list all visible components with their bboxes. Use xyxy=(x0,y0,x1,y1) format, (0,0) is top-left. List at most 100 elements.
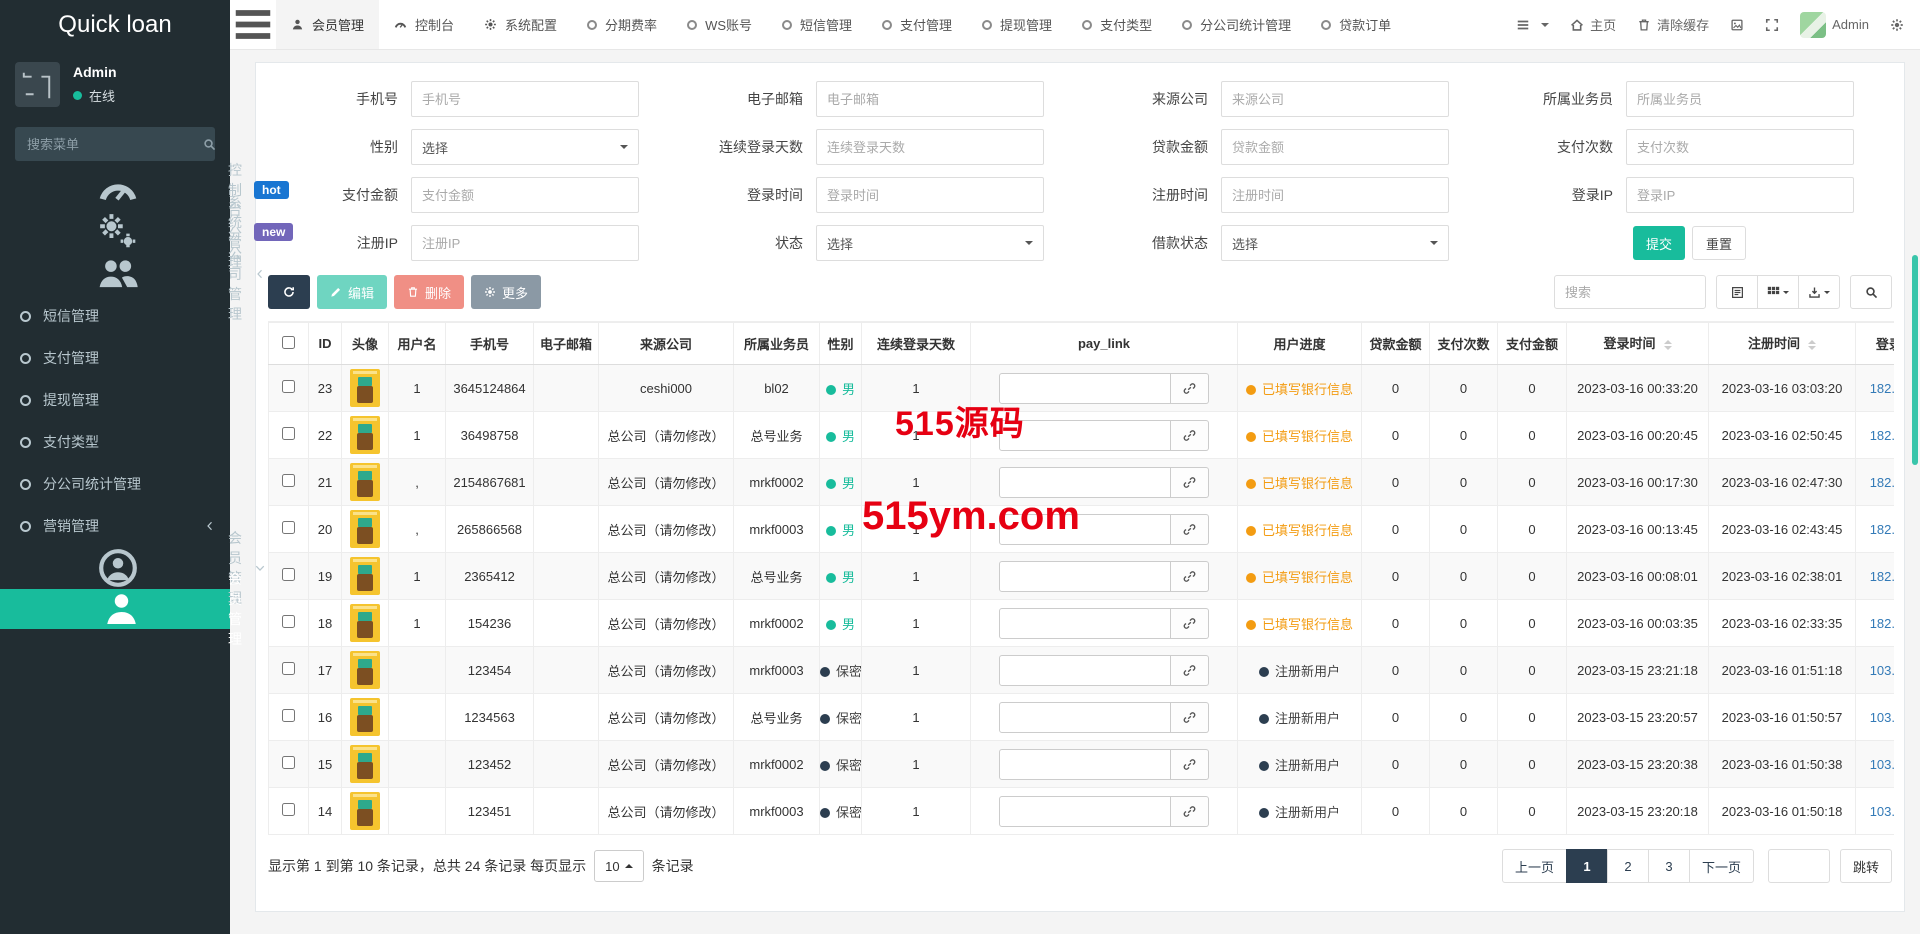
pay-link-button[interactable] xyxy=(1171,372,1209,404)
pay-link-button[interactable] xyxy=(1171,607,1209,639)
pay-link-input[interactable] xyxy=(999,419,1171,451)
avatar[interactable] xyxy=(350,369,380,407)
tab-installment-rate[interactable]: 分期费率 xyxy=(572,0,672,49)
sidebar-item-system[interactable]: 系统管理 new xyxy=(0,194,294,270)
ip-link[interactable]: 182.239. xyxy=(1870,475,1894,490)
next-page-button[interactable]: 下一页 xyxy=(1688,849,1754,883)
avatar[interactable] xyxy=(350,792,380,830)
tab-loan-orders[interactable]: 贷款订单 xyxy=(1306,0,1406,49)
ip-link[interactable]: 182.239. xyxy=(1870,616,1894,631)
avatar[interactable] xyxy=(350,698,380,736)
email-field[interactable] xyxy=(816,81,1044,117)
sidebar-item-branch[interactable]: 分公司管理 xyxy=(0,226,263,322)
pay-count-field[interactable] xyxy=(1626,129,1854,165)
pay-link-button[interactable] xyxy=(1171,795,1209,827)
sidebar-item-marketing[interactable]: 营销管理 xyxy=(0,505,230,547)
avatar[interactable] xyxy=(350,604,380,642)
jump-button[interactable]: 跳转 xyxy=(1839,849,1892,883)
row-checkbox[interactable] xyxy=(282,756,295,769)
row-checkbox[interactable] xyxy=(282,568,295,581)
column-header-register-time[interactable]: 注册时间 xyxy=(1708,322,1856,365)
ip-link[interactable]: 182.239. xyxy=(1870,569,1894,584)
login-time-field[interactable] xyxy=(816,177,1044,213)
page-button-3[interactable]: 3 xyxy=(1647,849,1690,883)
loan-amount-field[interactable] xyxy=(1221,129,1449,165)
tab-system-config[interactable]: 系统配置 xyxy=(469,0,572,49)
register-time-field[interactable] xyxy=(1221,177,1449,213)
pay-link-button[interactable] xyxy=(1171,654,1209,686)
menu-search[interactable] xyxy=(15,127,216,161)
pay-link-input[interactable] xyxy=(999,701,1171,733)
login-days-field[interactable] xyxy=(816,129,1044,165)
gender-select[interactable]: 选择 xyxy=(411,129,639,165)
pay-link-button[interactable] xyxy=(1171,466,1209,498)
row-checkbox[interactable] xyxy=(282,521,295,534)
ip-link[interactable]: 103.187. xyxy=(1870,710,1894,725)
fullscreen-button[interactable] xyxy=(1765,18,1779,32)
pay-link-button[interactable] xyxy=(1171,513,1209,545)
avatar[interactable] xyxy=(350,745,380,783)
prev-page-button[interactable]: 上一页 xyxy=(1501,849,1567,883)
delete-button[interactable]: 删除 xyxy=(394,275,465,309)
avatar[interactable] xyxy=(350,416,380,454)
columns-button[interactable] xyxy=(1757,275,1799,309)
pay-link-button[interactable] xyxy=(1171,701,1209,733)
row-checkbox[interactable] xyxy=(282,709,295,722)
pay-link-input[interactable] xyxy=(999,560,1171,592)
edit-button[interactable]: 编辑 xyxy=(317,275,388,309)
tab-list-menu[interactable] xyxy=(1516,18,1550,32)
card-view-button[interactable] xyxy=(1716,275,1758,309)
settings-button[interactable] xyxy=(1890,17,1904,32)
tab-payment[interactable]: 支付管理 xyxy=(867,0,967,49)
clear-cache-button[interactable]: 清除缓存 xyxy=(1637,15,1709,34)
sidebar-item-dashboard[interactable]: 控制台 hot xyxy=(0,162,289,218)
avatar[interactable] xyxy=(350,557,380,595)
row-checkbox[interactable] xyxy=(282,474,295,487)
search-toggle-button[interactable] xyxy=(1850,275,1892,309)
tab-branch-stats[interactable]: 分公司统计管理 xyxy=(1167,0,1306,49)
pay-link-button[interactable] xyxy=(1171,560,1209,592)
jump-page-input[interactable] xyxy=(1767,849,1830,883)
ip-link[interactable]: 182.239. xyxy=(1870,381,1894,396)
tab-paytype[interactable]: 支付类型 xyxy=(1067,0,1167,49)
sidebar-item-withdraw[interactable]: 提现管理 xyxy=(0,379,230,421)
phone-field[interactable] xyxy=(411,81,639,117)
pay-link-input[interactable] xyxy=(999,372,1171,404)
row-checkbox[interactable] xyxy=(282,427,295,440)
sidebar-item-paytype[interactable]: 支付类型 xyxy=(0,421,230,463)
submit-button[interactable]: 提交 xyxy=(1633,226,1686,260)
column-header-login-ip[interactable]: 登录IP xyxy=(1855,322,1894,365)
avatar[interactable] xyxy=(350,463,380,501)
row-checkbox[interactable] xyxy=(282,615,295,628)
more-button[interactable]: 更多 xyxy=(471,275,542,309)
reset-button[interactable]: 重置 xyxy=(1692,226,1747,260)
register-ip-field[interactable] xyxy=(411,225,639,261)
pay-link-input[interactable] xyxy=(999,607,1171,639)
sidebar-item-branch-stats[interactable]: 分公司统计管理 xyxy=(0,463,230,505)
pay-amount-field[interactable] xyxy=(411,177,639,213)
row-checkbox[interactable] xyxy=(282,380,295,393)
sidebar-item-sms[interactable]: 短信管理 xyxy=(0,295,230,337)
tab-members[interactable]: 会员管理 xyxy=(276,0,380,49)
column-header-login-time[interactable]: 登录时间 xyxy=(1566,322,1709,365)
pay-link-input[interactable] xyxy=(999,466,1171,498)
login-ip-field[interactable] xyxy=(1626,177,1854,213)
row-checkbox[interactable] xyxy=(282,803,295,816)
menu-search-input[interactable] xyxy=(27,136,203,152)
ip-link[interactable]: 103.187. xyxy=(1870,757,1894,772)
sidebar-item-members-sub[interactable]: 会员管理 xyxy=(0,571,242,647)
ip-link[interactable]: 182.239. xyxy=(1870,428,1894,443)
ip-link[interactable]: 103.187. xyxy=(1870,804,1894,819)
select-all-checkbox[interactable] xyxy=(282,335,295,349)
hamburger-menu-icon[interactable] xyxy=(230,0,276,49)
home-button[interactable]: 主页 xyxy=(1570,15,1616,34)
page-size-select[interactable]: 10 xyxy=(594,850,644,882)
tab-sms[interactable]: 短信管理 xyxy=(767,0,867,49)
tab-dashboard[interactable]: 控制台 xyxy=(379,0,469,49)
agent-field[interactable] xyxy=(1626,81,1854,117)
source-company-field[interactable] xyxy=(1221,81,1449,117)
sidebar-item-payment[interactable]: 支付管理 xyxy=(0,337,230,379)
pay-link-button[interactable] xyxy=(1171,748,1209,780)
avatar[interactable] xyxy=(350,651,380,689)
pay-link-button[interactable] xyxy=(1171,419,1209,451)
